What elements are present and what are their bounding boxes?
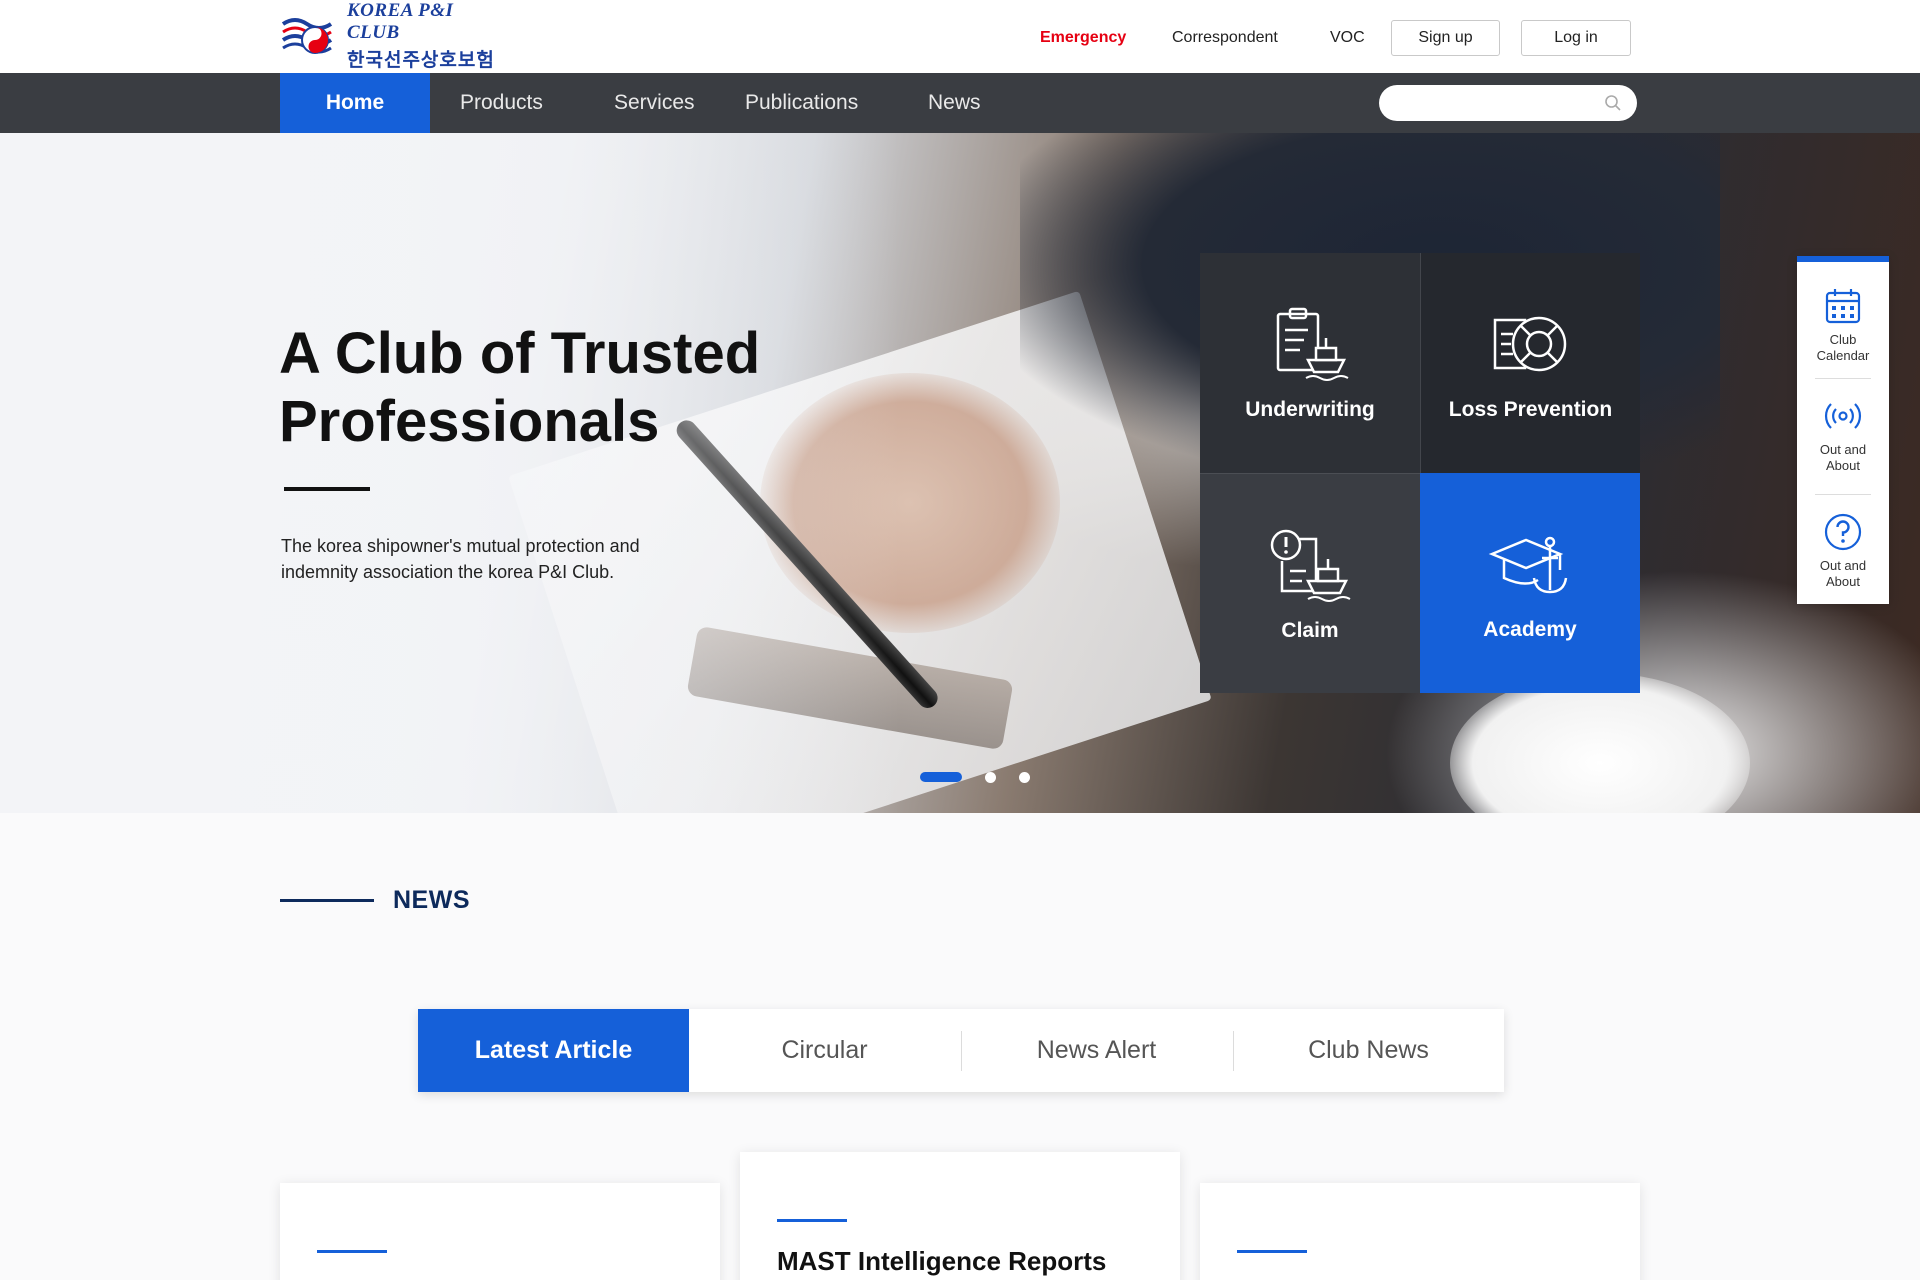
quick-menu-label: Club Calendar [1816, 332, 1870, 363]
slide-dot-1[interactable] [920, 772, 962, 782]
tile-underwriting-label: Underwriting [1245, 398, 1375, 421]
news-section-title: NEWS [393, 886, 470, 914]
clipboard-ship-icon [1276, 307, 1349, 381]
calendar-icon [1825, 289, 1861, 324]
search-box [1379, 85, 1637, 121]
news-section-divider [280, 899, 374, 902]
logo-emblem-icon [279, 10, 341, 62]
tile-claim-label: Claim [1281, 618, 1339, 642]
hero-background-cup [1450, 673, 1750, 813]
news-card-accent [317, 1250, 387, 1253]
hero-title: A Club of Trusted Professionals [279, 321, 761, 454]
news-card-accent [1237, 1250, 1307, 1253]
news-card-featured[interactable]: MAST Intelligence Reports [740, 1152, 1180, 1280]
tab-circular[interactable]: Circular [689, 1009, 960, 1092]
tile-academy[interactable]: Academy [1420, 473, 1640, 693]
correspondent-link[interactable]: Correspondent [1172, 20, 1278, 56]
tile-academy-label: Academy [1483, 618, 1577, 641]
quick-menu: Club Calendar Out and About Out and Abou… [1797, 256, 1889, 604]
hero-description: The korea shipowner's mutual protection … [281, 536, 640, 582]
nav-item-services[interactable]: Services [614, 73, 695, 133]
quick-menu-label: Out and About [1819, 558, 1867, 589]
top-header: KOREA P&I CLUB 한국선주상호보험 Emergency Corres… [0, 0, 1920, 73]
news-card[interactable] [280, 1183, 720, 1280]
search-input[interactable] [1395, 85, 1595, 121]
search-icon[interactable] [1603, 93, 1623, 113]
hero-fade-overlay [0, 133, 900, 813]
graduation-anchor-icon [1488, 536, 1568, 594]
club-logo[interactable]: KOREA P&I CLUB 한국선주상호보험 [279, 0, 501, 71]
hero-divider [284, 487, 370, 491]
tile-claim[interactable]: Claim [1200, 473, 1420, 693]
broadcast-icon [1824, 403, 1862, 429]
nav-item-products[interactable]: Products [460, 73, 543, 133]
tab-latest-article[interactable]: Latest Article [418, 1009, 689, 1092]
signup-button[interactable]: Sign up [1391, 20, 1500, 56]
slide-dot-3[interactable] [1019, 771, 1030, 783]
news-card-title: MAST Intelligence Reports [777, 1246, 1107, 1276]
voc-link[interactable]: VOC [1330, 20, 1365, 56]
nav-item-news[interactable]: News [928, 73, 981, 133]
slide-dot-2[interactable] [985, 771, 996, 783]
tile-loss-prevention-label: Loss Prevention [1448, 398, 1613, 421]
tile-loss-prevention[interactable]: Loss Prevention [1420, 253, 1640, 473]
tab-club-news[interactable]: Club News [1233, 1009, 1504, 1092]
quick-menu-label: Out and About [1819, 442, 1867, 473]
quick-menu-club-calendar[interactable]: Club Calendar [1797, 262, 1889, 372]
service-tiles: Underwriting Loss Prevention Claim Acade… [1200, 253, 1640, 693]
question-icon [1824, 513, 1862, 551]
tab-news-alert[interactable]: News Alert [961, 1009, 1232, 1092]
lifebuoy-icon [1493, 316, 1566, 372]
nav-item-publications[interactable]: Publications [745, 73, 858, 133]
news-card[interactable] [1200, 1183, 1640, 1280]
quick-menu-out-and-about-2[interactable]: Out and About [1797, 488, 1889, 598]
emergency-link[interactable]: Emergency [1040, 20, 1126, 56]
main-nav: Home Products Services Publications News [0, 73, 1920, 133]
login-button[interactable]: Log in [1521, 20, 1631, 56]
news-tabs: Latest Article Circular News Alert Club … [418, 1009, 1504, 1092]
news-card-accent [777, 1219, 847, 1222]
claim-ship-icon [1270, 529, 1351, 602]
nav-item-home[interactable]: Home [280, 73, 430, 133]
logo-korean-text: 한국선주상호보험 [347, 49, 495, 71]
tile-underwriting[interactable]: Underwriting [1200, 253, 1420, 473]
quick-menu-out-and-about[interactable]: Out and About [1797, 372, 1889, 482]
logo-english-text: KOREA P&I CLUB [347, 0, 454, 43]
slide-pagination [920, 771, 1030, 783]
